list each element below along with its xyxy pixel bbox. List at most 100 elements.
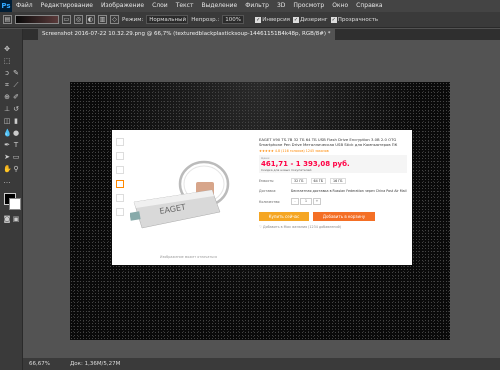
lasso-tool-icon[interactable]: ↄ bbox=[3, 69, 11, 77]
checkmark-icon: ✓ bbox=[292, 16, 299, 23]
usb-drive-image: EAGET bbox=[130, 160, 230, 229]
thumbnail bbox=[116, 152, 124, 160]
menu-select[interactable]: Выделение bbox=[197, 0, 241, 12]
gradient-picker[interactable] bbox=[15, 15, 59, 24]
dodge-tool-icon[interactable]: ● bbox=[12, 129, 20, 137]
canvas-workspace: EAGET EAGET V90 TS.7B 32 ТБ 64 ТБ USB Fl… bbox=[23, 40, 500, 358]
thumbnail-active bbox=[116, 180, 124, 188]
more-tools-icon[interactable]: … bbox=[3, 177, 11, 185]
transparency-label: Прозрачность bbox=[337, 16, 379, 23]
gradient-tool-icon[interactable]: ▮ bbox=[12, 117, 20, 125]
capacity-option[interactable]: 32 ГБ bbox=[291, 178, 307, 185]
product-page-screenshot: EAGET EAGET V90 TS.7B 32 ТБ 64 ТБ USB Fl… bbox=[112, 130, 412, 265]
document-size[interactable]: Док: 1,36M/5,27M bbox=[70, 361, 120, 367]
zoom-tool-icon[interactable]: ⚲ bbox=[12, 165, 20, 173]
dither-checkbox[interactable]: ✓ Дизеринг bbox=[292, 16, 328, 23]
menu-view[interactable]: Просмотр bbox=[289, 0, 328, 12]
wishlist-link[interactable]: ♡ Добавить в Мои желания (1234 добавлени… bbox=[259, 225, 407, 229]
tools-panel: ✥ ⬚ ↄ ✎ ⌗ ⟋ ⊕ ✐ ⊥ ↺ ◫ ▮ 💧 ● ✒ T ➤ ▭ ✋ ⚲ … bbox=[0, 29, 23, 370]
menu-image[interactable]: Изображение bbox=[97, 0, 148, 12]
mode-select[interactable]: Нормальный bbox=[146, 15, 189, 24]
thumbnail bbox=[116, 138, 124, 146]
thumbnail bbox=[116, 166, 124, 174]
price-value: 461,71 - 1 393,08 руб. bbox=[261, 160, 350, 169]
document-tab-bar: Screenshot 2016-07-22 10.32.29.png @ 66,… bbox=[23, 29, 500, 40]
menu-bar: Ps Файл Редактирование Изображение Слои … bbox=[0, 0, 500, 12]
menu-filter[interactable]: Фильтр bbox=[241, 0, 273, 12]
capacity-row: Емкость: 32 ГБ 64 ГБ 16 ГБ bbox=[259, 178, 407, 185]
eraser-tool-icon[interactable]: ◫ bbox=[3, 117, 11, 125]
shape-tool-icon[interactable]: ▭ bbox=[12, 153, 20, 161]
path-select-tool-icon[interactable]: ➤ bbox=[3, 153, 11, 161]
document-canvas[interactable]: EAGET EAGET V90 TS.7B 32 ТБ 64 ТБ USB Fl… bbox=[70, 82, 450, 340]
menu-help[interactable]: Справка bbox=[352, 0, 386, 12]
thumbnail bbox=[116, 194, 124, 202]
status-bar: 66,67% Док: 1,36M/5,27M bbox=[23, 358, 500, 370]
opacity-input[interactable]: 100% bbox=[222, 15, 245, 24]
inversion-label: Инверсия bbox=[262, 16, 290, 23]
hand-tool-icon[interactable]: ✋ bbox=[3, 165, 12, 173]
quantity-plus-button[interactable]: + bbox=[313, 198, 321, 206]
menu-layer[interactable]: Слои bbox=[148, 0, 172, 12]
price-note: Скидка для новых покупателей bbox=[261, 168, 312, 173]
quantity-input[interactable]: 1 bbox=[300, 198, 312, 206]
thumbnail bbox=[116, 208, 124, 216]
product-title: EAGET V90 TS.7B 32 ТБ 64 ТБ USB Flash Dr… bbox=[259, 137, 398, 147]
brush-tool-icon[interactable]: ✐ bbox=[12, 93, 20, 101]
move-tool-icon[interactable]: ✥ bbox=[3, 45, 11, 53]
document-tab[interactable]: Screenshot 2016-07-22 10.32.29.png @ 66,… bbox=[38, 29, 335, 40]
image-footnote: Изображение может отличаться bbox=[160, 255, 218, 259]
mode-label: Режим: bbox=[122, 16, 144, 23]
healing-brush-tool-icon[interactable]: ⊕ bbox=[3, 93, 11, 101]
shipping-row: Доставка: Бесплатная доставка в Russian … bbox=[259, 189, 407, 193]
action-buttons: Купить сейчас Добавить в корзину bbox=[259, 212, 407, 222]
product-info: EAGET V90 TS.7B 32 ТБ 64 ТБ USB Flash Dr… bbox=[259, 137, 407, 229]
radial-gradient-icon[interactable]: ◎ bbox=[74, 15, 83, 24]
menu-file[interactable]: Файл bbox=[12, 0, 37, 12]
opacity-label: Непрозр.: bbox=[191, 16, 220, 23]
capacity-label: Емкость: bbox=[259, 179, 275, 184]
capacity-option[interactable]: 64 ГБ bbox=[310, 178, 327, 185]
reflected-gradient-icon[interactable]: ▥ bbox=[98, 15, 107, 24]
product-thumbnails bbox=[116, 138, 124, 222]
gradient-tool-icon[interactable]: ▤ bbox=[3, 15, 12, 24]
blur-tool-icon[interactable]: 💧 bbox=[3, 129, 12, 137]
dither-label: Дизеринг bbox=[299, 16, 328, 23]
quantity-label: Количество: bbox=[259, 199, 281, 204]
clone-stamp-tool-icon[interactable]: ⊥ bbox=[3, 105, 11, 113]
quick-mask-icon[interactable]: ◙ bbox=[3, 215, 11, 223]
history-brush-tool-icon[interactable]: ↺ bbox=[12, 105, 20, 113]
menu-text[interactable]: Текст bbox=[172, 0, 198, 12]
screen-mode-icon[interactable]: ▣ bbox=[12, 215, 20, 223]
checkmark-icon: ✓ bbox=[330, 16, 337, 23]
product-rating: ★★★★★ 4.8 (116 голосов) 1245 заказов bbox=[259, 149, 329, 154]
menu-edit[interactable]: Редактирование bbox=[37, 0, 97, 12]
angle-gradient-icon[interactable]: ◐ bbox=[86, 15, 95, 24]
add-to-cart-button[interactable]: Добавить в корзину bbox=[313, 212, 375, 222]
menu-window[interactable]: Окно bbox=[328, 0, 352, 12]
options-bar: ▤ ▭ ◎ ◐ ▥ ◇ Режим: Нормальный Непрозр.: … bbox=[0, 12, 500, 28]
crop-tool-icon[interactable]: ⌗ bbox=[3, 81, 11, 89]
diamond-gradient-icon[interactable]: ◇ bbox=[110, 15, 119, 24]
buy-now-button[interactable]: Купить сейчас bbox=[259, 212, 309, 222]
quantity-row: Количество: - 1 + bbox=[259, 198, 407, 206]
transparency-checkbox[interactable]: ✓ Прозрачность bbox=[330, 16, 379, 23]
quick-select-tool-icon[interactable]: ✎ bbox=[12, 69, 20, 77]
inversion-checkbox[interactable]: ✓ Инверсия bbox=[255, 16, 290, 23]
checkmark-icon: ✓ bbox=[255, 16, 262, 23]
pen-tool-icon[interactable]: ✒ bbox=[3, 141, 11, 149]
marquee-tool-icon[interactable]: ⬚ bbox=[3, 57, 11, 65]
photoshop-logo-icon[interactable]: Ps bbox=[0, 0, 12, 12]
quantity-stepper: - 1 + bbox=[291, 198, 321, 206]
capacity-option[interactable]: 16 ГБ bbox=[330, 178, 346, 185]
type-tool-icon[interactable]: T bbox=[12, 141, 20, 149]
eyedropper-tool-icon[interactable]: ⟋ bbox=[12, 81, 20, 89]
price-box: Цена: 461,71 - 1 393,08 руб. Скидка для … bbox=[259, 155, 407, 174]
zoom-level[interactable]: 66,67% bbox=[29, 361, 50, 367]
linear-gradient-icon[interactable]: ▭ bbox=[62, 15, 71, 24]
quantity-minus-button[interactable]: - bbox=[291, 198, 299, 206]
background-color-swatch[interactable] bbox=[9, 198, 21, 210]
menu-3d[interactable]: 3D bbox=[273, 0, 289, 12]
shipping-value[interactable]: Бесплатная доставка в Russian Federation… bbox=[291, 189, 406, 193]
shipping-label: Доставка: bbox=[259, 189, 277, 194]
